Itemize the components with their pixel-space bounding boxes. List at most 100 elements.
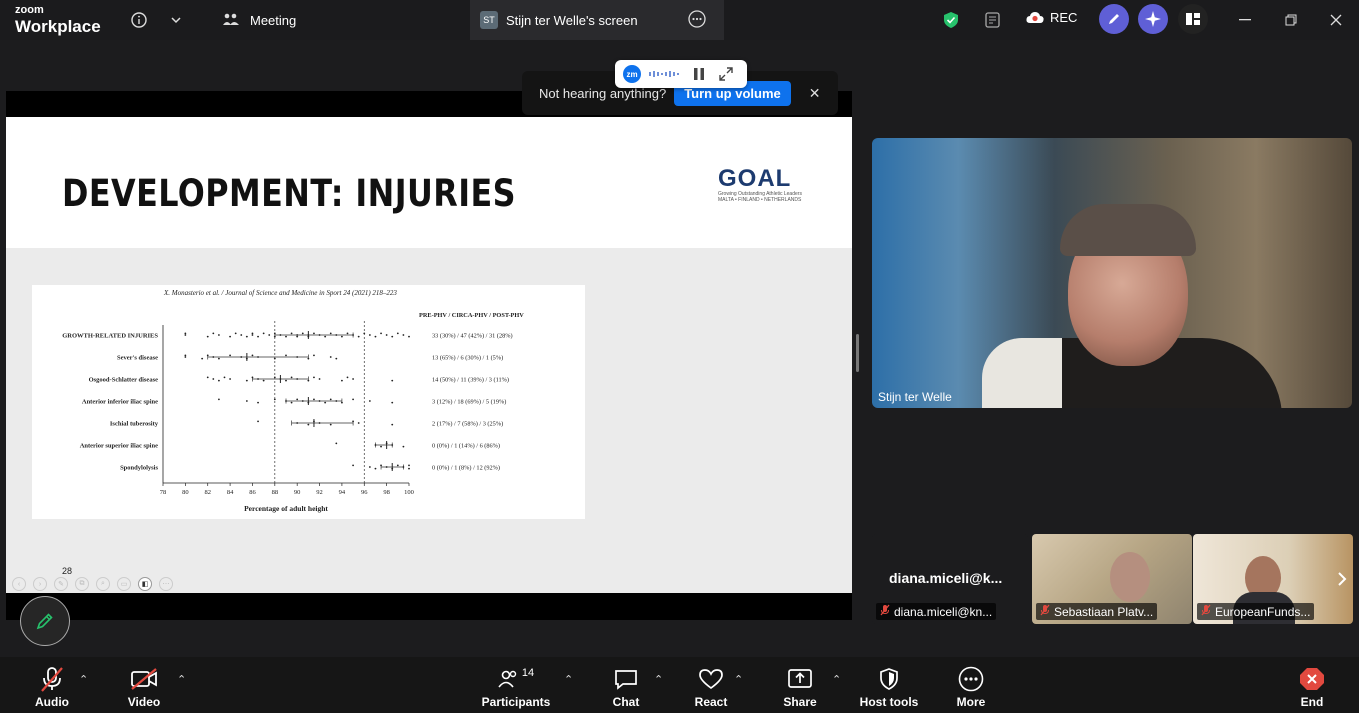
slide-more-icon[interactable]: ⋯ [159, 577, 173, 591]
data-point [357, 422, 360, 424]
recording-indicator[interactable]: REC [1026, 10, 1077, 25]
share-label: Share [783, 695, 817, 709]
end-meeting-button[interactable]: End [1277, 657, 1347, 713]
prev-slide-icon[interactable]: ‹ [12, 577, 26, 591]
data-point [257, 356, 259, 358]
row-label: Spondylolysis [120, 465, 158, 472]
data-point [341, 335, 343, 338]
data-point [296, 422, 299, 424]
data-point [184, 356, 187, 358]
participant-label: EuropeanFunds... [1197, 603, 1315, 620]
data-point [391, 423, 394, 426]
heart-icon [698, 666, 724, 692]
host-tools-button[interactable]: Host tools [854, 657, 924, 713]
panel-resize-handle[interactable] [856, 334, 859, 372]
data-point [352, 464, 354, 467]
video-button[interactable]: Video [109, 657, 179, 713]
chat-options-caret-icon[interactable]: ⌃ [654, 673, 663, 686]
slide-header: DEVELOPMENT: INJURIES GOAL Growing Outst… [6, 117, 852, 248]
data-point [285, 335, 287, 338]
data-point [363, 332, 366, 335]
restore-window-button[interactable] [1281, 10, 1301, 30]
ai-companion-button[interactable] [1138, 4, 1168, 34]
more-options-icon[interactable] [688, 10, 706, 31]
slide-copy-icon[interactable]: ⧉ [75, 577, 89, 591]
chat-icon [614, 666, 638, 692]
active-speaker-video[interactable]: Stijn ter Welle [872, 138, 1352, 408]
minimize-window-button[interactable] [1235, 10, 1255, 30]
video-off-icon [130, 666, 158, 692]
tab-shared-screen[interactable]: ST Stijn ter Welle's screen [470, 0, 724, 40]
participant-label-text: EuropeanFunds... [1215, 604, 1311, 619]
chat-button[interactable]: Chat [591, 657, 661, 713]
data-point [240, 334, 243, 336]
share-options-caret-icon[interactable]: ⌃ [832, 673, 841, 686]
data-point [352, 398, 354, 401]
close-icon[interactable]: ✕ [809, 85, 821, 102]
share-screen-icon [787, 666, 813, 692]
participant-tile-europeanfunds[interactable]: EuropeanFunds... [1193, 534, 1353, 624]
more-button[interactable]: More [936, 657, 1006, 713]
x-tick-label: 98 [383, 489, 390, 496]
speaker-collar [982, 338, 1062, 408]
data-point [391, 401, 394, 404]
transcript-icon[interactable] [981, 8, 1005, 32]
slide-camera-icon[interactable]: ◧ [138, 577, 152, 591]
logo-subtitle-countries: MALTA • FINLAND • NETHERLANDS [718, 197, 802, 203]
muted-mic-icon [1040, 604, 1050, 619]
data-point [380, 445, 382, 448]
slide-subtitles-icon[interactable]: ▭ [117, 577, 131, 591]
close-window-button[interactable] [1326, 10, 1346, 30]
data-point [324, 335, 327, 338]
data-point [229, 335, 231, 338]
participants-options-caret-icon[interactable]: ⌃ [564, 673, 573, 686]
slide-pen-icon[interactable]: ✎ [54, 577, 68, 591]
injury-chart: X. Monasterio et al. / Journal of Scienc… [62, 289, 524, 513]
slide-zoom-icon[interactable]: ⌕ [96, 577, 110, 591]
info-icon[interactable] [127, 8, 151, 32]
row-label: Sever's disease [117, 355, 158, 362]
annotation-pencil-button[interactable] [20, 596, 70, 646]
data-point [234, 332, 237, 335]
video-options-caret-icon[interactable]: ⌃ [177, 673, 186, 686]
x-tick-label: 78 [160, 489, 167, 496]
shield-icon [879, 666, 899, 692]
react-options-caret-icon[interactable]: ⌃ [734, 673, 743, 686]
data-point [273, 332, 276, 335]
view-layout-button[interactable] [1178, 4, 1208, 34]
tab-shared-screen-label: Stijn ter Welle's screen [506, 12, 638, 28]
next-participants-chevron-icon[interactable] [1334, 566, 1350, 592]
data-point [201, 357, 204, 360]
pause-icon[interactable] [693, 67, 705, 81]
audio-button[interactable]: Audio [17, 657, 87, 713]
data-point [313, 376, 315, 379]
encryption-shield-icon[interactable] [939, 8, 963, 32]
participant-tile-diana[interactable]: diana.miceli@k... diana.miceli@kn... [872, 534, 1028, 624]
annotate-button[interactable] [1099, 4, 1129, 34]
data-point [218, 398, 220, 401]
chevron-down-icon[interactable] [164, 8, 188, 32]
data-point [313, 332, 315, 335]
participant-name: diana.miceli@k... [889, 570, 1003, 586]
data-point [290, 376, 293, 379]
share-button[interactable]: Share [765, 657, 835, 713]
row-stats: 0 (0%) / 1 (14%) / 6 (86%) [432, 443, 500, 450]
tab-meeting[interactable]: Meeting [212, 0, 306, 40]
data-point [374, 467, 377, 470]
data-point [257, 335, 259, 338]
injury-chart-figure: X. Monasterio et al. / Journal of Scienc… [32, 285, 585, 519]
participants-icon: 14 [498, 666, 534, 692]
data-point [380, 332, 382, 335]
data-point [329, 332, 332, 335]
host-tools-label: Host tools [859, 695, 919, 709]
data-point [212, 356, 215, 358]
participants-button[interactable]: 14 Participants [481, 657, 551, 713]
data-point [279, 378, 282, 380]
participant-tile-sebastiaan[interactable]: Sebastiaan Platv... [1032, 534, 1192, 624]
next-slide-icon[interactable]: › [33, 577, 47, 591]
data-point [329, 423, 332, 426]
data-point [268, 334, 271, 336]
audio-options-caret-icon[interactable]: ⌃ [79, 673, 88, 686]
expand-icon[interactable] [719, 67, 733, 81]
logo-text: GOAL [718, 165, 792, 192]
